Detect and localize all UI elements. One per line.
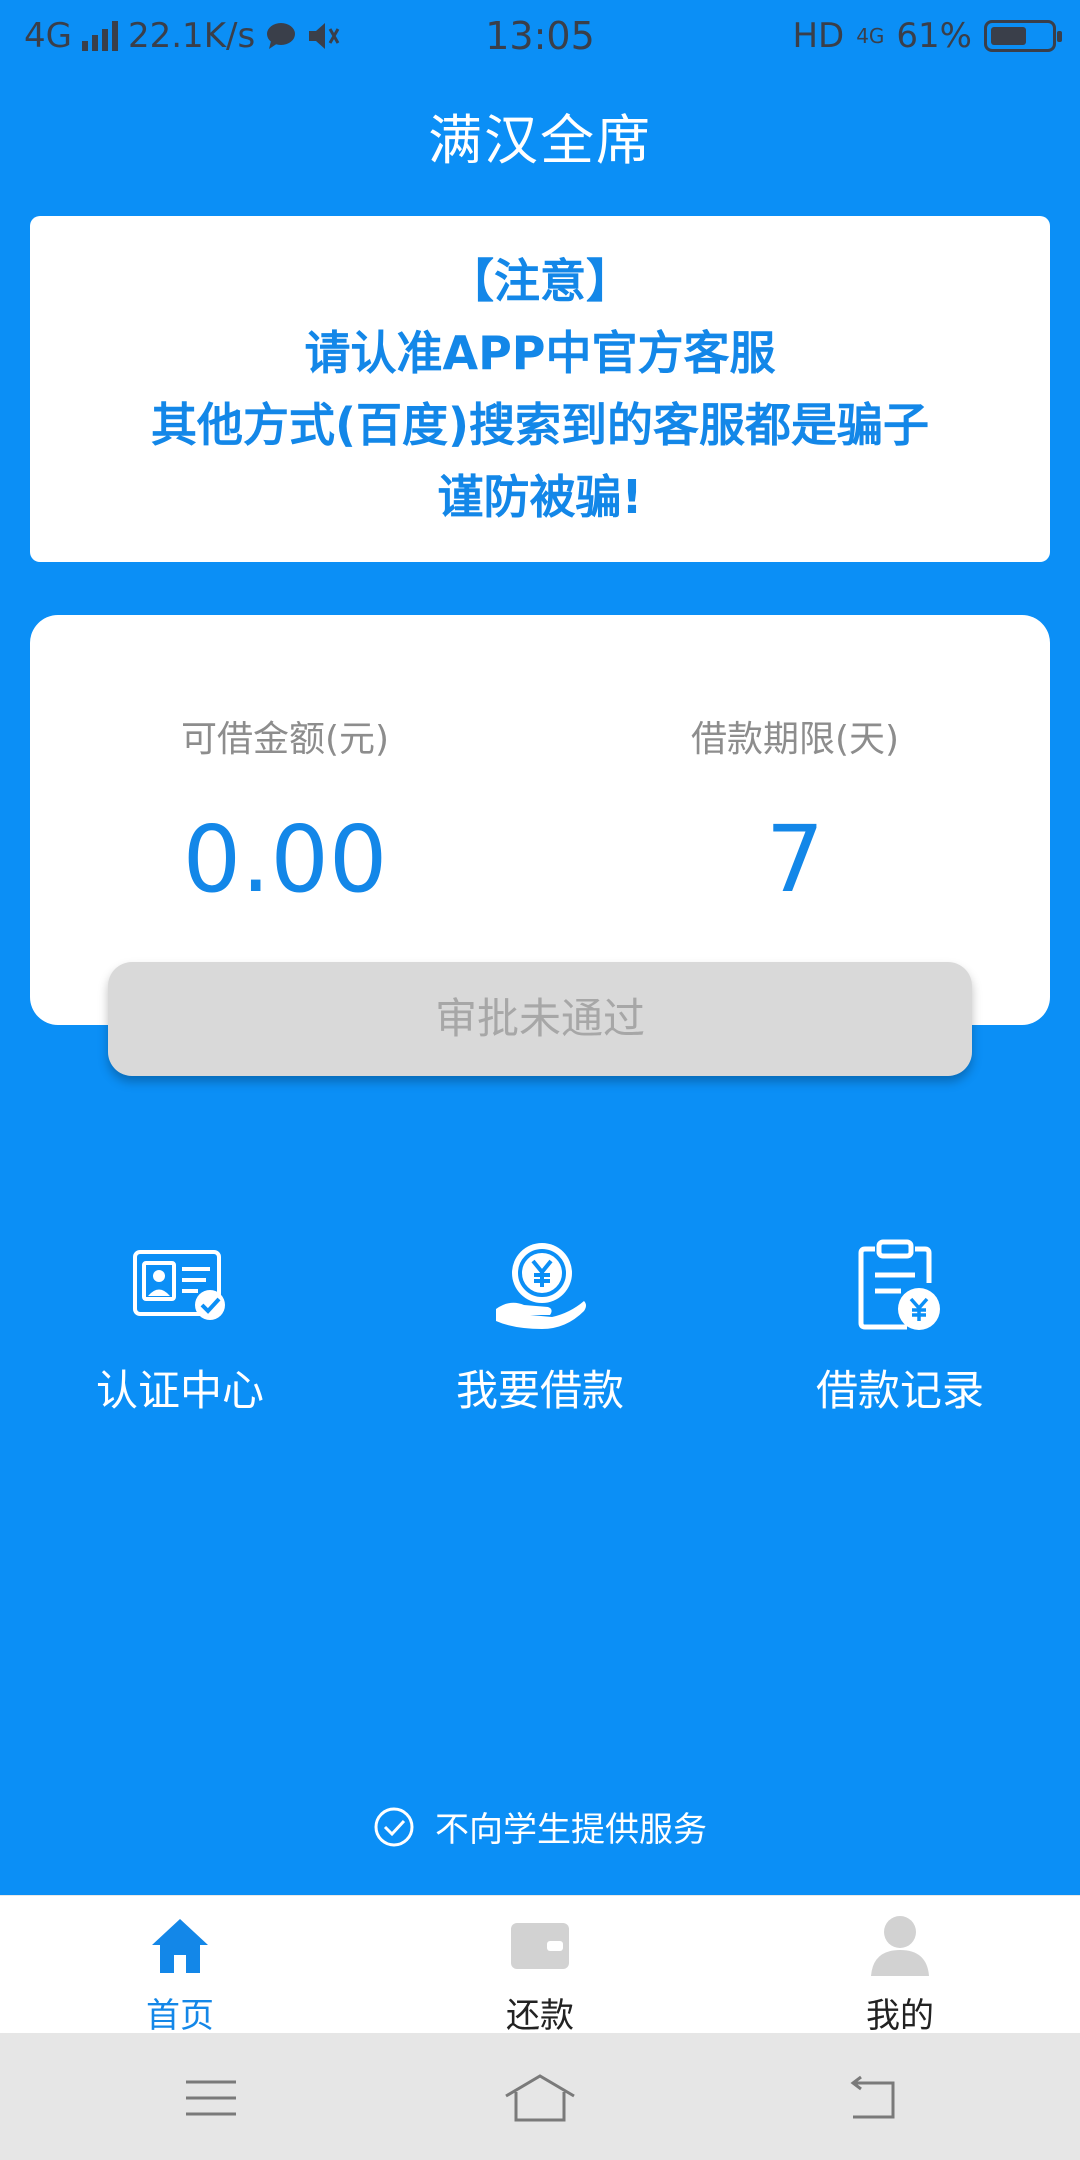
loan-term-label: 借款期限(天)	[690, 719, 900, 760]
tab-mine[interactable]: 我的	[720, 1910, 1080, 2037]
loan-term-section: 借款期限(天) 7	[540, 710, 1050, 913]
menu-icon	[186, 2080, 236, 2116]
system-nav-bar	[0, 2033, 1080, 2160]
student-note: 不向学生提供服务	[0, 1802, 1080, 1851]
loan-amount-section: 可借金额(元) 0.00	[30, 710, 540, 913]
hand-coin-icon	[496, 1243, 586, 1329]
loan-term-value: 7	[765, 806, 825, 913]
app-title: 满汉全席	[428, 109, 652, 172]
battery-icon	[984, 20, 1062, 52]
nav-menu-button[interactable]	[166, 2071, 256, 2125]
net-right-indicator: 4G	[856, 24, 885, 48]
id-card-check-icon	[133, 1250, 225, 1320]
feature-label: 借款记录	[815, 1366, 984, 1415]
tab-repay[interactable]: 还款	[360, 1910, 720, 2037]
notice-line: 谨防被骗!	[437, 470, 643, 524]
notice-card: 【注意】 请认准APP中官方客服 其他方式(百度)搜索到的客服都是骗子 谨防被骗…	[30, 216, 1050, 562]
feature-apply-loan[interactable]: 我要借款	[360, 1235, 720, 1418]
bottom-tab-bar: 首页 还款 我的	[0, 1895, 1080, 2036]
home-outline-icon	[505, 2074, 575, 2122]
feature-verification-center[interactable]: 认证中心	[0, 1235, 360, 1418]
status-bar: 4G 22.1K/s 13:05 HD 4G 61%	[0, 0, 1080, 72]
tab-label: 首页	[146, 1996, 214, 2036]
user-icon	[871, 1916, 929, 1976]
loan-amount-value: 0.00	[182, 806, 388, 913]
clipboard-yen-icon	[858, 1239, 940, 1330]
back-icon	[850, 2075, 895, 2119]
student-note-text: 不向学生提供服务	[435, 1810, 707, 1850]
nav-back-button[interactable]	[825, 2071, 915, 2125]
notice-heading: 【注意】	[448, 254, 632, 308]
approval-status-button[interactable]: 审批未通过	[108, 962, 972, 1076]
status-right: HD 4G 61%	[792, 16, 1062, 56]
battery-level	[991, 27, 1026, 45]
notice-line: 其他方式(百度)搜索到的客服都是骗子	[150, 398, 930, 452]
battery-percent: 61%	[896, 16, 972, 56]
tab-label: 我的	[866, 1996, 934, 2036]
feature-label: 我要借款	[455, 1366, 624, 1415]
notice-line: 请认准APP中官方客服	[304, 326, 776, 380]
feature-loan-records[interactable]: 借款记录	[720, 1235, 1080, 1418]
home-icon	[152, 1919, 208, 1973]
tab-home[interactable]: 首页	[0, 1910, 360, 2037]
wallet-icon	[511, 1923, 569, 1969]
feature-label: 认证中心	[95, 1366, 264, 1415]
check-circle-icon	[374, 1807, 414, 1846]
hd-indicator: HD	[792, 16, 845, 56]
nav-home-button[interactable]	[495, 2071, 585, 2125]
loan-amount-label: 可借金额(元)	[180, 719, 390, 760]
tab-label: 还款	[506, 1996, 574, 2036]
